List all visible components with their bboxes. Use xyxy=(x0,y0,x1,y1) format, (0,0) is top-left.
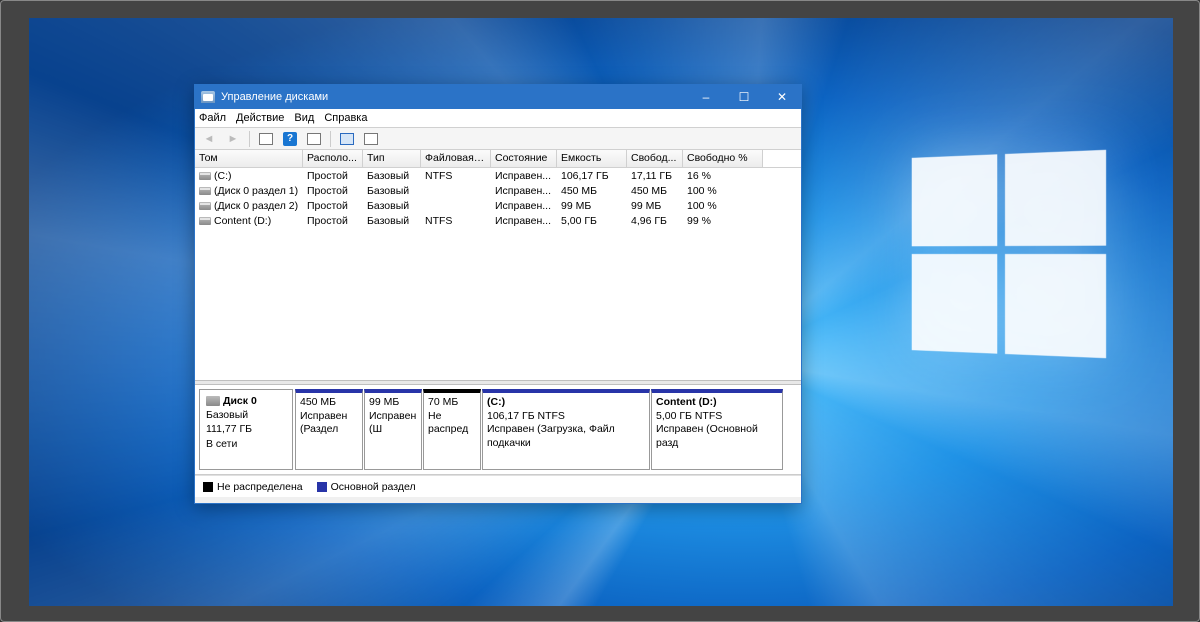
drive-icon xyxy=(199,187,211,195)
cell: 17,11 ГБ xyxy=(627,170,683,182)
partition-unallocated[interactable]: 70 МБНе распред xyxy=(423,389,481,470)
app-icon xyxy=(201,91,215,103)
legend: Не распределена Основной раздел xyxy=(195,475,801,497)
cell: Исправен... xyxy=(491,200,557,212)
cell: Простой xyxy=(303,200,363,212)
statusbar xyxy=(195,497,801,503)
partition-primary[interactable]: (C:)106,17 ГБ NTFSИсправен (Загрузка, Фа… xyxy=(482,389,650,470)
cell: Простой xyxy=(303,185,363,197)
cell: Исправен... xyxy=(491,170,557,182)
drive-icon xyxy=(199,172,211,180)
cell: Простой xyxy=(303,215,363,227)
cell: 16 % xyxy=(683,170,763,182)
cell: 100 % xyxy=(683,200,763,212)
cell: 5,00 ГБ xyxy=(557,215,627,227)
minimize-button[interactable]: – xyxy=(687,85,725,109)
toolbar-separator xyxy=(330,131,331,147)
drive-icon xyxy=(199,202,211,210)
cell: Базовый xyxy=(363,170,421,182)
disk-status: В сети xyxy=(206,437,286,451)
disk-type: Базовый xyxy=(206,408,286,422)
cell: (Диск 0 раздел 1) xyxy=(195,185,303,197)
cell: 450 МБ xyxy=(627,185,683,197)
partition-primary[interactable]: Content (D:)5,00 ГБ NTFSИсправен (Основн… xyxy=(651,389,783,470)
cell: 99 МБ xyxy=(557,200,627,212)
partition-map: 450 МБИсправен (Раздел99 МБИсправен (Ш70… xyxy=(295,389,797,470)
menu-view[interactable]: Вид xyxy=(294,112,314,124)
cell: (C:) xyxy=(195,170,303,182)
screenshot-frame: Управление дисками – ☐ ✕ Файл Действие В… xyxy=(0,0,1200,622)
close-button[interactable]: ✕ xyxy=(763,85,801,109)
col-volume[interactable]: Том xyxy=(195,150,303,167)
col-layout[interactable]: Располо... xyxy=(303,150,363,167)
cell: Базовый xyxy=(363,215,421,227)
cell: 106,17 ГБ xyxy=(557,170,627,182)
back-button[interactable]: ◄ xyxy=(199,130,219,148)
menu-help[interactable]: Справка xyxy=(324,112,367,124)
cell: NTFS xyxy=(421,215,491,227)
legend-primary: Основной раздел xyxy=(317,481,416,493)
maximize-button[interactable]: ☐ xyxy=(725,85,763,109)
col-free[interactable]: Свобод... xyxy=(627,150,683,167)
col-capacity[interactable]: Емкость xyxy=(557,150,627,167)
view-mode-button[interactable] xyxy=(361,130,381,148)
volume-row[interactable]: Content (D:)ПростойБазовыйNTFSИсправен..… xyxy=(195,213,801,228)
toolbar: ◄ ► ? xyxy=(195,128,801,150)
disk-management-window[interactable]: Управление дисками – ☐ ✕ Файл Действие В… xyxy=(194,84,802,504)
drive-icon xyxy=(199,217,211,225)
legend-unallocated: Не распределена xyxy=(203,481,303,493)
cell: Исправен... xyxy=(491,185,557,197)
windows-logo xyxy=(912,150,1106,358)
col-filesystem[interactable]: Файловая с... xyxy=(421,150,491,167)
volume-row[interactable]: (Диск 0 раздел 1)ПростойБазовый Исправен.… xyxy=(195,183,801,198)
cell: Базовый xyxy=(363,200,421,212)
partition-primary[interactable]: 99 МБИсправен (Ш xyxy=(364,389,422,470)
desktop-wallpaper: Управление дисками – ☐ ✕ Файл Действие В… xyxy=(29,18,1173,606)
disk-icon xyxy=(206,396,220,406)
help-button[interactable]: ? xyxy=(280,130,300,148)
cell: 99 МБ xyxy=(627,200,683,212)
cell: 100 % xyxy=(683,185,763,197)
col-status[interactable]: Состояние xyxy=(491,150,557,167)
graphical-disk-view[interactable]: Диск 0 Базовый 111,77 ГБ В сети 450 МБИс… xyxy=(195,385,801,475)
cell: 450 МБ xyxy=(557,185,627,197)
partition-primary[interactable]: 450 МБИсправен (Раздел xyxy=(295,389,363,470)
window-title: Управление дисками xyxy=(221,91,687,103)
cell: 4,96 ГБ xyxy=(627,215,683,227)
toolbar-separator xyxy=(249,131,250,147)
cell: 99 % xyxy=(683,215,763,227)
volume-row[interactable]: (Диск 0 раздел 2)ПростойБазовый Исправен.… xyxy=(195,198,801,213)
column-headers[interactable]: Том Располо... Тип Файловая с... Состоян… xyxy=(195,150,801,168)
volume-row[interactable]: (C:)ПростойБазовыйNTFSИсправен...106,17 … xyxy=(195,168,801,183)
col-type[interactable]: Тип xyxy=(363,150,421,167)
properties-button[interactable] xyxy=(304,130,324,148)
disk-size: 111,77 ГБ xyxy=(206,422,286,436)
volume-list[interactable]: Том Располо... Тип Файловая с... Состоян… xyxy=(195,150,801,380)
cell: NTFS xyxy=(421,170,491,182)
cell: Content (D:) xyxy=(195,215,303,227)
disk-name: Диск 0 xyxy=(223,395,257,407)
show-tree-button[interactable] xyxy=(256,130,276,148)
cell: Базовый xyxy=(363,185,421,197)
col-free-pct[interactable]: Свободно % xyxy=(683,150,763,167)
refresh-button[interactable] xyxy=(337,130,357,148)
cell: Исправен... xyxy=(491,215,557,227)
titlebar[interactable]: Управление дисками – ☐ ✕ xyxy=(195,85,801,109)
menubar[interactable]: Файл Действие Вид Справка xyxy=(195,109,801,128)
menu-file[interactable]: Файл xyxy=(199,112,226,124)
forward-button[interactable]: ► xyxy=(223,130,243,148)
cell: (Диск 0 раздел 2) xyxy=(195,200,303,212)
disk-info-label[interactable]: Диск 0 Базовый 111,77 ГБ В сети xyxy=(199,389,293,470)
cell: Простой xyxy=(303,170,363,182)
menu-action[interactable]: Действие xyxy=(236,112,284,124)
